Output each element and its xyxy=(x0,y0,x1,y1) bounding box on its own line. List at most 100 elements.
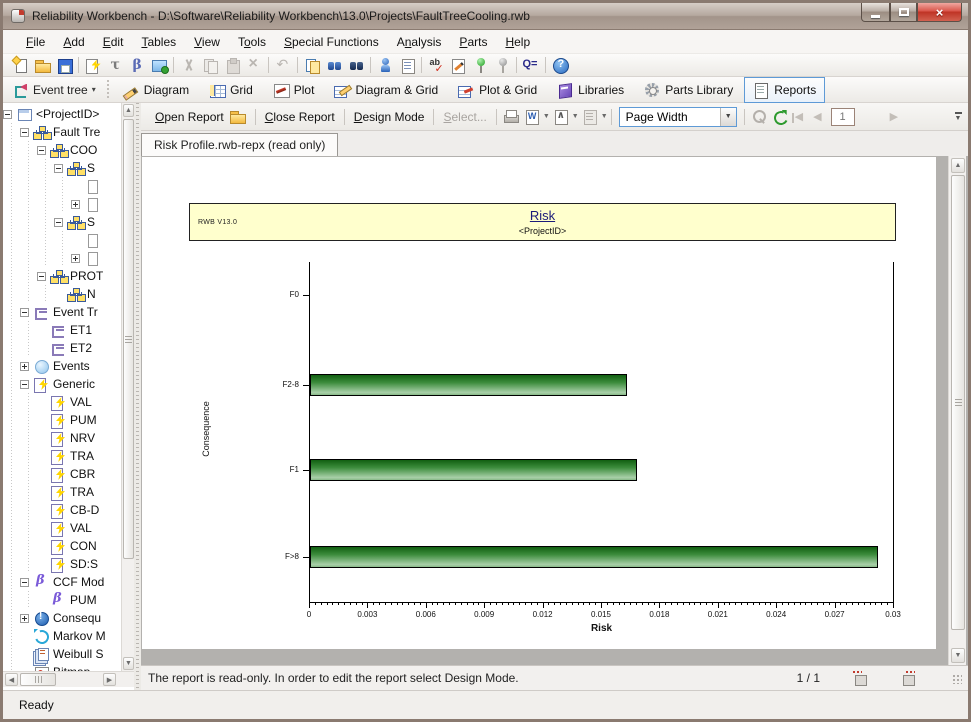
copy-pages-button[interactable] xyxy=(301,55,323,76)
pedigree-button[interactable] xyxy=(374,55,396,76)
minimize-button[interactable] xyxy=(861,3,890,22)
tree-item-markov-m[interactable]: Markov M xyxy=(3,627,121,645)
tree-item-tra[interactable]: TRA xyxy=(3,447,121,465)
tree-scroll-left-button[interactable]: ◀ xyxy=(5,673,18,686)
module-tab-plot-grid[interactable]: Plot & Grid xyxy=(449,77,546,103)
collapse-icon[interactable] xyxy=(54,164,63,173)
tau-symbol-button[interactable] xyxy=(104,55,126,76)
tree-item-cbr[interactable]: CBR xyxy=(3,465,121,483)
tree-scroll-right-button[interactable]: ▶ xyxy=(103,673,116,686)
tree-item-generic[interactable]: Generic xyxy=(3,375,121,393)
pin-grey-button[interactable] xyxy=(491,55,513,76)
collapse-icon[interactable] xyxy=(20,308,29,317)
panel-splitter[interactable] xyxy=(134,103,141,690)
tree-item-val[interactable]: VAL xyxy=(3,519,121,537)
new-project-button[interactable] xyxy=(9,55,31,76)
menu-item-help[interactable]: Help xyxy=(496,31,539,53)
menu-item-special-functions[interactable]: Special Functions xyxy=(275,31,388,53)
module-tab-plot[interactable]: Plot xyxy=(264,77,324,103)
title-bar[interactable]: Reliability Workbench - D:\Software\Reli… xyxy=(3,3,968,30)
report-tab[interactable]: Risk Profile.rwb-repx (read only) xyxy=(141,133,338,156)
tree-horizontal-scrollbar[interactable]: ◀ ▶ xyxy=(3,671,134,687)
previous-page-button[interactable]: ◀ xyxy=(808,110,826,123)
tree-item-s[interactable]: S xyxy=(3,159,121,177)
module-tab-parts-library[interactable]: Parts Library xyxy=(635,77,742,103)
tree-item-et1[interactable]: ET1 xyxy=(3,321,121,339)
tree-item-sd-s[interactable]: SD:S xyxy=(3,555,121,573)
scope-selector-button[interactable]: Event tree▾ xyxy=(7,79,102,101)
collapse-icon[interactable] xyxy=(20,380,29,389)
menu-item-add[interactable]: Add xyxy=(54,31,93,53)
find-button[interactable] xyxy=(323,55,345,76)
doc-scrollbar-thumb[interactable] xyxy=(951,175,965,630)
undo-button[interactable] xyxy=(272,55,294,76)
beta-symbol-button[interactable] xyxy=(126,55,148,76)
margin-setup-icon[interactable] xyxy=(852,670,868,686)
page-number-box[interactable]: 1 xyxy=(831,108,855,126)
tree-item[interactable] xyxy=(3,249,121,267)
paste-button[interactable] xyxy=(221,55,243,76)
tree-item-events[interactable]: Events xyxy=(3,357,121,375)
module-tab-libraries[interactable]: Libraries xyxy=(548,77,633,103)
tree-item-cb-d[interactable]: CB-D xyxy=(3,501,121,519)
module-tab-diagram[interactable]: Diagram xyxy=(114,77,198,103)
menu-item-view[interactable]: View xyxy=(185,31,229,53)
dropdown-caret-icon[interactable]: ▼ xyxy=(543,113,550,120)
properties-list-button[interactable] xyxy=(396,55,418,76)
collapse-icon[interactable] xyxy=(37,272,46,281)
tree-item-prot[interactable]: PROT xyxy=(3,267,121,285)
tree-item-nrv[interactable]: NRV xyxy=(3,429,121,447)
maximize-button[interactable] xyxy=(890,3,917,22)
expand-icon[interactable] xyxy=(71,200,80,209)
open-project-button[interactable] xyxy=(31,55,53,76)
first-page-button[interactable]: ◀ xyxy=(790,110,808,123)
tree-item-et2[interactable]: ET2 xyxy=(3,339,121,357)
tree-item-con[interactable]: CON xyxy=(3,537,121,555)
tree-item-pum[interactable]: PUM xyxy=(3,591,121,609)
page-setup-icon[interactable] xyxy=(900,670,916,686)
toolbar-overflow-button[interactable]: ▼ xyxy=(951,109,965,125)
export-other-icon[interactable] xyxy=(581,108,598,125)
tree-item--projectid-[interactable]: <ProjectID> xyxy=(3,105,121,123)
help-button[interactable] xyxy=(549,55,571,76)
print-icon[interactable] xyxy=(502,108,519,125)
add-image-button[interactable] xyxy=(148,55,170,76)
expand-icon[interactable] xyxy=(20,362,29,371)
delete-button[interactable] xyxy=(243,55,265,76)
pin-green-button[interactable] xyxy=(469,55,491,76)
open-report-button[interactable]: Open Report xyxy=(149,104,252,129)
tree-item[interactable] xyxy=(3,177,121,195)
menu-item-file[interactable]: File xyxy=(17,31,54,53)
tree-hscrollbar-thumb[interactable] xyxy=(20,673,56,686)
select-button[interactable]: Select... xyxy=(437,106,492,128)
menu-item-tools[interactable]: Tools xyxy=(229,31,275,53)
verify-button[interactable] xyxy=(447,55,469,76)
tree-item-fault-tre[interactable]: Fault Tre xyxy=(3,123,121,141)
expand-icon[interactable] xyxy=(20,614,29,623)
collapse-icon[interactable] xyxy=(3,110,12,119)
spell-check-button[interactable] xyxy=(425,55,447,76)
tree-item-tra[interactable]: TRA xyxy=(3,483,121,501)
q-formula-button[interactable] xyxy=(520,55,542,76)
menu-item-tables[interactable]: Tables xyxy=(132,31,185,53)
cut-button[interactable] xyxy=(177,55,199,76)
module-tab-diagram-grid[interactable]: Diagram & Grid xyxy=(325,77,447,103)
refresh-icon[interactable] xyxy=(771,108,788,125)
find-next-button[interactable] xyxy=(345,55,367,76)
design-mode-button[interactable]: Design Mode xyxy=(348,106,431,128)
tree-vertical-scrollbar[interactable]: ▲ ▼ xyxy=(121,103,134,671)
export-word-icon[interactable] xyxy=(523,108,540,125)
collapse-icon[interactable] xyxy=(54,218,63,227)
resize-grip-icon[interactable] xyxy=(952,674,962,684)
export-pdf-icon[interactable] xyxy=(552,108,569,125)
dropdown-caret-icon[interactable]: ▼ xyxy=(601,113,608,120)
doc-scroll-down-button[interactable]: ▼ xyxy=(951,648,965,663)
tree-item-n[interactable]: N xyxy=(3,285,121,303)
module-tab-grid[interactable]: Grid xyxy=(200,77,262,103)
print-preview-icon[interactable] xyxy=(750,108,767,125)
tree-item[interactable] xyxy=(3,195,121,213)
tree-item-event-tr[interactable]: Event Tr xyxy=(3,303,121,321)
doc-scroll-up-button[interactable]: ▲ xyxy=(951,158,965,173)
collapse-icon[interactable] xyxy=(20,128,29,137)
tree-item-weibull-s[interactable]: Weibull S xyxy=(3,645,121,663)
